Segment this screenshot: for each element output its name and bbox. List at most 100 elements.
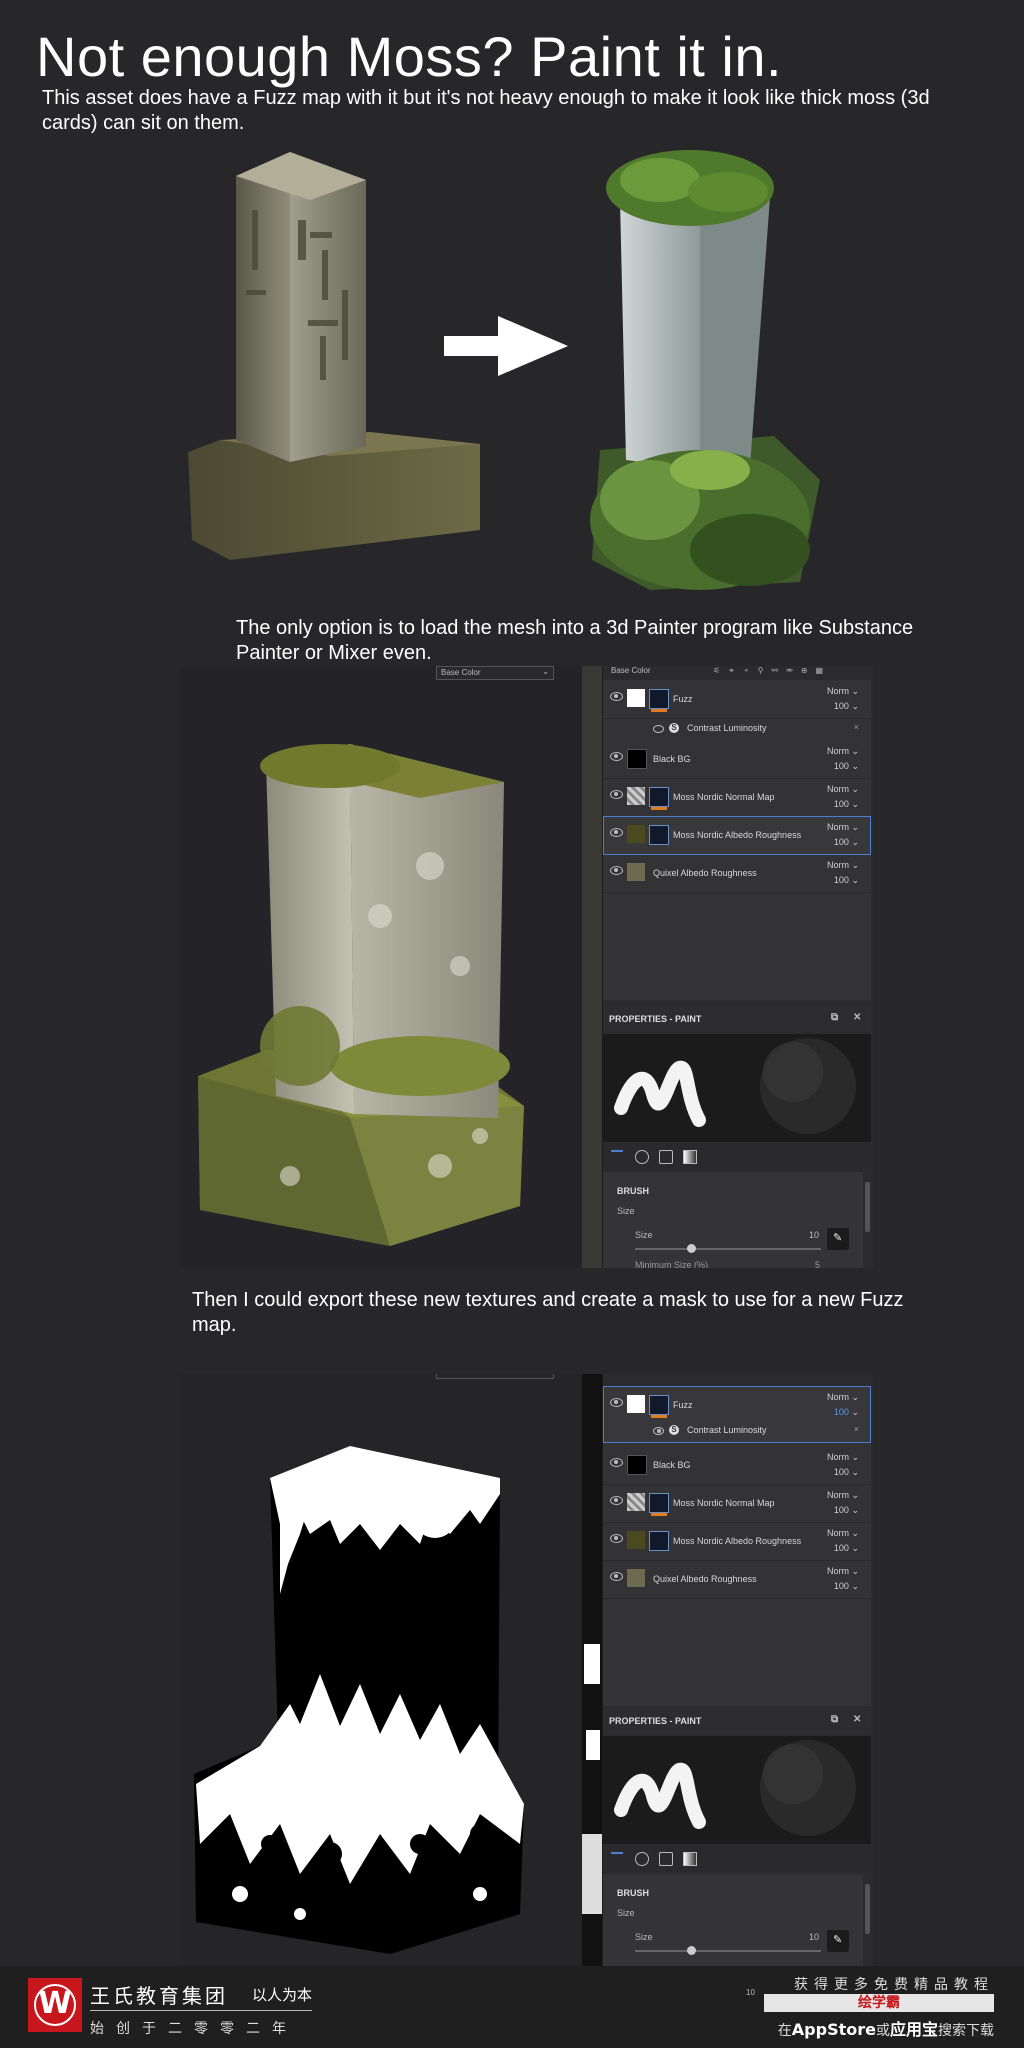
blend-mode[interactable]: Norm bbox=[827, 686, 849, 696]
eye-icon[interactable] bbox=[610, 1534, 623, 1543]
moss-stone-render bbox=[198, 744, 524, 1246]
viewport-2[interactable] bbox=[180, 1374, 582, 1966]
stencil-tab-icon[interactable] bbox=[659, 1150, 673, 1164]
footer-banner: W 王氏教育集团 以人为本 始创于二零零二年 10 获得更多免费精品教程 绘学霸… bbox=[0, 1966, 1024, 2048]
layer-opacity[interactable]: 100 bbox=[834, 875, 849, 885]
layer-opacity[interactable]: 100 bbox=[834, 1581, 849, 1591]
eye-icon[interactable] bbox=[653, 1427, 664, 1435]
brush-picker-icon: ✎ bbox=[833, 1934, 843, 1946]
popout-icon[interactable]: ⧉ bbox=[831, 1012, 838, 1023]
layer-row-quixel[interactable]: Quixel Albedo Roughness Norm ⌄ 100 ⌄ bbox=[603, 854, 871, 893]
blend-mode[interactable]: Norm bbox=[827, 1528, 849, 1538]
eye-icon[interactable] bbox=[610, 1572, 623, 1581]
blend-mode[interactable]: Norm bbox=[827, 1392, 849, 1402]
layer-thumbnail bbox=[627, 787, 645, 805]
layer-row-normal-map[interactable]: Moss Nordic Normal Map Norm ⌄ 100 ⌄ bbox=[603, 1484, 871, 1523]
layer-row-normal-map[interactable]: Moss Nordic Normal Map Norm ⌄ 100 ⌄ bbox=[603, 778, 871, 817]
brush-picker-icon: ✎ bbox=[833, 1232, 843, 1244]
layer-opacity[interactable]: 100 bbox=[834, 1407, 849, 1417]
eye-icon[interactable] bbox=[610, 1458, 623, 1467]
layer-row-albedo-roughness[interactable]: Moss Nordic Albedo Roughness Norm ⌄ 100 ⌄ bbox=[603, 1522, 871, 1561]
layer-row-black-bg[interactable]: Black BG Norm ⌄ 100 ⌄ bbox=[603, 740, 871, 779]
size-slider-handle[interactable] bbox=[686, 1946, 696, 1955]
substance-filter-icon: S bbox=[669, 723, 679, 733]
layer-opacity[interactable]: 100 bbox=[834, 1543, 849, 1553]
scrollbar[interactable] bbox=[865, 1884, 870, 1934]
close-icon[interactable]: ✕ bbox=[853, 1714, 861, 1725]
layer-thumbnail bbox=[627, 1395, 645, 1413]
layer-accent-bar bbox=[651, 807, 667, 810]
material-tab-icon[interactable] bbox=[683, 1852, 697, 1866]
alpha-tab-icon[interactable] bbox=[635, 1150, 649, 1164]
size-slider[interactable] bbox=[635, 1248, 821, 1250]
layer-thumbnail bbox=[627, 863, 645, 881]
eye-icon[interactable] bbox=[610, 866, 623, 875]
mask-thumbnail bbox=[649, 1395, 669, 1415]
stencil-tab-icon[interactable] bbox=[659, 1852, 673, 1866]
page-title: Not enough Moss? Paint it in. bbox=[36, 25, 783, 88]
brush-tab-icon[interactable] bbox=[611, 1852, 623, 1866]
brush-section: BRUSH Size Size 10 ✎ Minimum Size (%) 5 bbox=[603, 1172, 863, 1268]
close-icon[interactable]: ✕ bbox=[853, 1012, 861, 1023]
blend-mode[interactable]: Norm bbox=[827, 822, 849, 832]
properties-tabs bbox=[603, 1846, 871, 1872]
filter-row[interactable]: S Contrast Luminosity × bbox=[603, 718, 871, 740]
eye-icon[interactable] bbox=[653, 725, 664, 733]
layer-thumbnail bbox=[627, 749, 647, 769]
brush-section: BRUSH Size Size 10 ✎ bbox=[603, 1874, 863, 1966]
color-picker-button[interactable]: ✎ bbox=[827, 1228, 849, 1250]
blend-mode[interactable]: Norm bbox=[827, 1490, 849, 1500]
material-tab-icon[interactable] bbox=[683, 1150, 697, 1164]
layer-tools-icons[interactable]: ⚟⚭⚬⚲⚯⚮⊕▦ bbox=[713, 666, 831, 675]
before-after-image bbox=[180, 140, 860, 600]
viewport-strip bbox=[582, 666, 602, 1268]
eye-icon[interactable] bbox=[610, 828, 623, 837]
eye-icon[interactable] bbox=[610, 790, 623, 799]
company-slogan: 以人为本 bbox=[252, 1986, 313, 2004]
mask-thumbnail bbox=[649, 825, 669, 845]
close-icon[interactable]: × bbox=[854, 1424, 859, 1434]
layer-opacity[interactable]: 100 bbox=[834, 761, 849, 771]
layer-thumbnail bbox=[627, 1455, 647, 1475]
blend-mode[interactable]: Norm bbox=[827, 784, 849, 794]
mask-thumbnail bbox=[649, 1493, 669, 1513]
color-picker-button[interactable]: ✎ bbox=[827, 1930, 849, 1952]
size-slider[interactable] bbox=[635, 1950, 821, 1952]
layer-row-fuzz[interactable]: Fuzz Norm ⌄ 100 ⌄ S Contrast Luminosity × bbox=[603, 1386, 871, 1443]
brand-badge: 绘学霸 bbox=[764, 1994, 994, 2012]
layer-row-albedo-roughness[interactable]: Moss Nordic Albedo Roughness Norm ⌄ 100 ⌄ bbox=[603, 816, 871, 855]
close-icon[interactable]: × bbox=[854, 722, 859, 732]
eye-icon[interactable] bbox=[610, 1496, 623, 1505]
layer-stack: Fuzz Norm ⌄ 100 ⌄ S Contrast Luminosity ×… bbox=[603, 680, 871, 1000]
layer-opacity[interactable]: 100 bbox=[834, 837, 849, 847]
layer-opacity[interactable]: 100 bbox=[834, 1505, 849, 1515]
layer-row-black-bg[interactable]: Black BG Norm ⌄ 100 ⌄ bbox=[603, 1446, 871, 1485]
eye-icon[interactable] bbox=[610, 1398, 623, 1407]
scrollbar[interactable] bbox=[865, 1182, 870, 1232]
fuzz-mask-render bbox=[194, 1446, 524, 1954]
layer-row-fuzz[interactable]: Fuzz Norm ⌄ 100 ⌄ bbox=[603, 680, 871, 719]
layer-thumbnail bbox=[627, 825, 645, 843]
blend-mode[interactable]: Norm bbox=[827, 1566, 849, 1576]
properties-header: PROPERTIES - PAINT ⧉ ✕ bbox=[603, 1708, 871, 1734]
filter-row[interactable]: S Contrast Luminosity × bbox=[603, 1420, 871, 1442]
blend-mode[interactable]: Norm bbox=[827, 860, 849, 870]
layer-opacity[interactable]: 100 bbox=[834, 701, 849, 711]
layer-opacity[interactable]: 100 bbox=[834, 1467, 849, 1477]
layer-opacity[interactable]: 100 bbox=[834, 799, 849, 809]
blend-mode[interactable]: Norm bbox=[827, 746, 849, 756]
brush-stroke-preview bbox=[614, 1740, 856, 1836]
mask-thumbnail bbox=[649, 689, 669, 709]
eye-icon[interactable] bbox=[610, 692, 623, 701]
layer-row-quixel[interactable]: Quixel Albedo Roughness Norm ⌄ 100 ⌄ bbox=[603, 1560, 871, 1599]
viewport-1[interactable]: Base Color ⌄ bbox=[180, 666, 582, 1268]
brush-tab-icon[interactable] bbox=[611, 1150, 623, 1164]
alpha-tab-icon[interactable] bbox=[635, 1852, 649, 1866]
size-slider-handle[interactable] bbox=[686, 1244, 696, 1253]
popout-icon[interactable]: ⧉ bbox=[831, 1714, 838, 1725]
substance-filter-icon: S bbox=[669, 1425, 679, 1435]
caption-export: Then I could export these new textures a… bbox=[192, 1289, 904, 1336]
blend-mode[interactable]: Norm bbox=[827, 1452, 849, 1462]
layer-thumbnail bbox=[627, 1569, 645, 1587]
eye-icon[interactable] bbox=[610, 752, 623, 761]
